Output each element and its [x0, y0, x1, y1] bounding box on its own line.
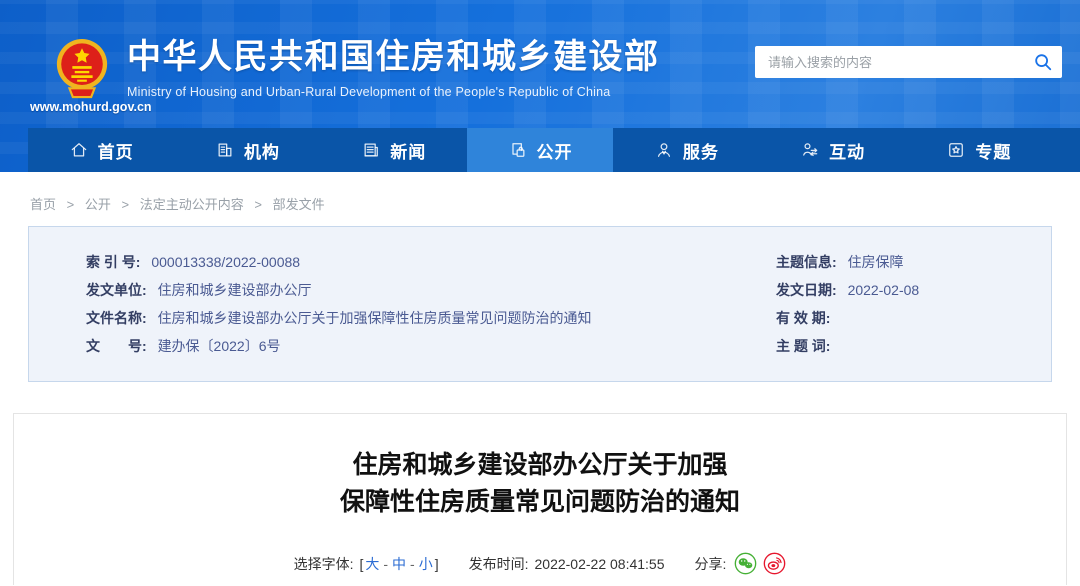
field-label: 文件名称: [86, 310, 147, 326]
nav-item-label: 服务 [683, 138, 719, 163]
field-label: 发文单位: [86, 282, 147, 298]
article-meta-bar: 选择字体: [ 大 - 中 - 小 ] 发布时间: 2022-02-22 08:… [14, 552, 1066, 575]
breadcrumb-disclosure[interactable]: 公开 [85, 197, 111, 212]
nav-item-interaction[interactable]: 互动 [759, 128, 905, 172]
field-value: 住房保障 [848, 254, 904, 270]
font-size-medium-button[interactable]: 中 [392, 554, 406, 574]
nav-item-news[interactable]: 新闻 [321, 128, 467, 172]
dash-separator: - [383, 556, 388, 572]
document-info-panel: 索 引 号: 000013338/2022-00088 发文单位: 住房和城乡建… [28, 226, 1052, 382]
nav-item-org[interactable]: 机构 [174, 128, 320, 172]
article-title-line1: 住房和城乡建设部办公厅关于加强 [14, 447, 1066, 484]
brand-text: 中华人民共和国住房和城乡建设部 Ministry of Housing and … [127, 30, 660, 99]
search-icon [1033, 52, 1053, 72]
field-value: 住房和城乡建设部办公厅 [158, 282, 312, 298]
national-emblem-icon [53, 36, 111, 102]
site-header: 中华人民共和国住房和城乡建设部 Ministry of Housing and … [0, 0, 1080, 172]
weibo-share-icon[interactable] [763, 552, 786, 575]
field-validity-period: 有 效 期: [776, 308, 1051, 336]
header-top: 中华人民共和国住房和城乡建设部 Ministry of Housing and … [0, 0, 1080, 128]
article-title-line2: 保障性住房质量常见问题防治的通知 [14, 484, 1066, 521]
wechat-share-icon[interactable] [734, 552, 757, 575]
service-person-icon [654, 140, 674, 160]
font-size-large-button[interactable]: 大 [365, 554, 379, 574]
nav-item-label: 互动 [829, 138, 865, 163]
search-input[interactable] [755, 46, 1024, 78]
breadcrumb-separator: > [254, 197, 262, 212]
org-building-icon [215, 140, 235, 160]
field-document-name: 文件名称: 住房和城乡建设部办公厅关于加强保障性住房质量常见问题防治的通知 [86, 308, 776, 336]
nav-item-services[interactable]: 服务 [613, 128, 759, 172]
nav-item-label: 公开 [537, 138, 573, 163]
site-title-en: Ministry of Housing and Urban-Rural Deve… [127, 85, 660, 99]
field-value: 2022-02-08 [848, 282, 920, 298]
field-issue-date: 发文日期: 2022-02-08 [776, 280, 1051, 308]
font-size-small-button[interactable]: 小 [419, 554, 433, 574]
font-size-label: 选择字体: [294, 554, 354, 574]
dash-separator: - [410, 556, 415, 572]
article-panel: 住房和城乡建设部办公厅关于加强 保障性住房质量常见问题防治的通知 选择字体: [… [13, 413, 1067, 585]
breadcrumb-home[interactable]: 首页 [30, 197, 56, 212]
nav-item-label: 机构 [244, 138, 280, 163]
nav-item-label: 专题 [975, 138, 1011, 163]
breadcrumb-statutory-content[interactable]: 法定主动公开内容 [140, 197, 244, 212]
breadcrumb-ministry-documents[interactable]: 部发文件 [273, 197, 325, 212]
topic-star-icon [946, 140, 966, 160]
field-subject-info: 主题信息: 住房保障 [776, 252, 1051, 280]
field-label: 主题信息: [776, 254, 837, 270]
search-button[interactable] [1024, 46, 1062, 78]
share-label: 分享: [695, 554, 727, 574]
nav-row: 首页 机构 新闻 [0, 128, 1080, 172]
field-value: 建办保〔2022〕6号 [158, 338, 281, 354]
nav-item-disclosure[interactable]: 公开 [467, 128, 613, 172]
breadcrumb-separator: > [122, 197, 130, 212]
publish-time-label: 发布时间: [469, 554, 529, 574]
interact-person-arrows-icon [800, 140, 820, 160]
field-index-number: 索 引 号: 000013338/2022-00088 [86, 252, 776, 280]
nav-item-label: 首页 [98, 138, 134, 163]
share-icons [734, 552, 786, 575]
main-nav: 首页 机构 新闻 [28, 128, 1080, 172]
site-title-cn: 中华人民共和国住房和城乡建设部 [127, 36, 660, 79]
site-logo-link[interactable]: 中华人民共和国住房和城乡建设部 Ministry of Housing and … [53, 30, 660, 102]
field-value: 000013338/2022-00088 [151, 254, 300, 270]
field-value: 住房和城乡建设部办公厅关于加强保障性住房质量常见问题防治的通知 [158, 310, 592, 326]
field-issuing-unit: 发文单位: 住房和城乡建设部办公厅 [86, 280, 776, 308]
field-document-number: 文 号: 建办保〔2022〕6号 [86, 336, 776, 364]
field-label: 有 效 期: [776, 310, 830, 326]
field-subject-words: 主 题 词: [776, 336, 1051, 364]
breadcrumb: 首页 > 公开 > 法定主动公开内容 > 部发文件 [0, 172, 1080, 226]
publish-time-value: 2022-02-22 08:41:55 [535, 556, 665, 572]
field-label: 发文日期: [776, 282, 837, 298]
field-label: 主 题 词: [776, 338, 830, 354]
home-icon [69, 140, 89, 160]
nav-item-topics[interactable]: 专题 [906, 128, 1052, 172]
breadcrumb-separator: > [67, 197, 75, 212]
page: 中华人民共和国住房和城乡建设部 Ministry of Housing and … [0, 0, 1080, 586]
field-label: 索 引 号: [86, 254, 140, 270]
nav-item-home[interactable]: 首页 [28, 128, 174, 172]
article-title: 住房和城乡建设部办公厅关于加强 保障性住房质量常见问题防治的通知 [14, 447, 1066, 521]
bracket-open: [ [359, 556, 363, 572]
field-label: 文 号: [86, 338, 147, 354]
search-box [755, 46, 1062, 78]
disclosure-doc-icon [508, 140, 528, 160]
bracket-close: ] [435, 556, 439, 572]
nav-item-label: 新闻 [390, 138, 426, 163]
news-icon [361, 140, 381, 160]
site-url: www.mohurd.gov.cn [30, 100, 152, 114]
